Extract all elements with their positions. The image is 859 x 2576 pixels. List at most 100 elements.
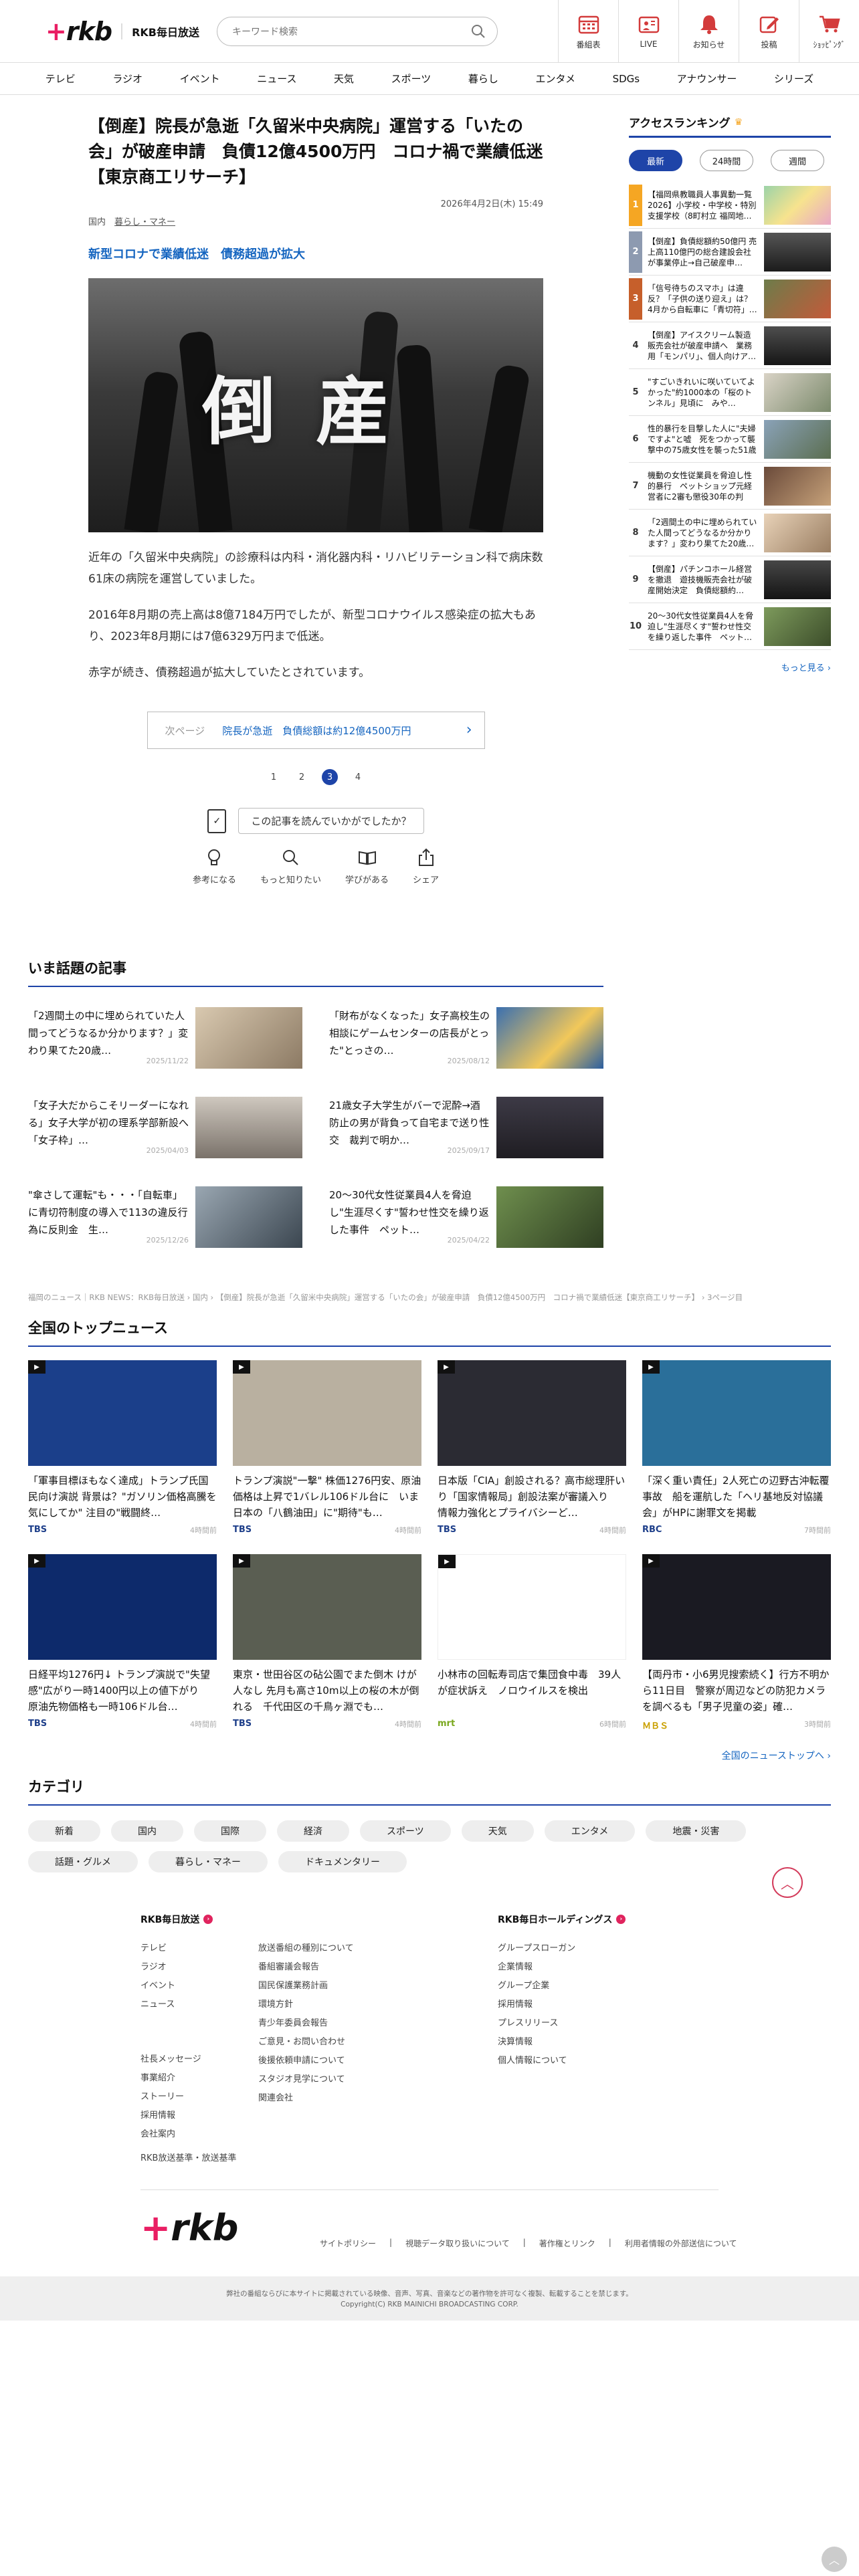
category-chip[interactable]: 国際 bbox=[194, 1820, 266, 1842]
nav-item[interactable]: スポーツ bbox=[391, 72, 432, 86]
ranking-item[interactable]: 1 【福岡県教職員人事異動一覧2026】小学校・中学校・特別支援学校（8町村立 福… bbox=[629, 182, 831, 229]
category-chip[interactable]: 天気 bbox=[461, 1820, 534, 1842]
trending-item[interactable]: 21歳女子大学生がバーで泥酔→酒防止の男が背負って自宅まで送り性交 裁判で明か…… bbox=[329, 1097, 603, 1158]
category-chip[interactable]: 経済 bbox=[277, 1820, 349, 1842]
category-chip[interactable]: エンタメ bbox=[544, 1820, 636, 1842]
footer-link[interactable]: スタジオ見学について bbox=[258, 2070, 354, 2089]
page-link[interactable]: 2 bbox=[294, 769, 310, 785]
footer-link[interactable]: RKB放送基準・放送基準 bbox=[140, 2149, 236, 2168]
reaction-learn[interactable]: 学びがある bbox=[345, 847, 389, 885]
footer-link[interactable]: テレビ bbox=[140, 1939, 175, 1958]
footer-heading-rkb[interactable]: RKB毎日放送 › bbox=[140, 1913, 213, 1926]
page-link[interactable]: 4 bbox=[350, 769, 366, 785]
ranking-item[interactable]: 6 性的暴行を目撃した人に"夫婦ですよ"と嘘 死をつかって襲撃中の75歳女性を襲っ… bbox=[629, 416, 831, 463]
top-news-card[interactable]: ▶ 「深く重い責任」2人死亡の辺野古沖転覆事故 船を運航した「ヘリ基地反対協議会」… bbox=[642, 1360, 831, 1535]
footer-link[interactable]: 採用情報 bbox=[140, 2107, 201, 2125]
ranking-more-link[interactable]: もっと見る › bbox=[629, 661, 831, 673]
category-link[interactable]: 国内 bbox=[88, 217, 106, 227]
header-live[interactable]: LIVE bbox=[618, 0, 678, 63]
ranking-item[interactable]: 2 【倒産】負債総額約50億円 売上高110億円の総合建設会社が事業停止→自己破産… bbox=[629, 229, 831, 276]
top-news-card[interactable]: ▶ 小林市の回転寿司店で集団食中毒 39人が症状訴え ノロウイルスを検出 mrt 6時… bbox=[438, 1554, 626, 1731]
top-news-card[interactable]: ▶ 東京・世田谷区の砧公園でまた倒木 けが人なし 先月も高さ10m以上の桜の木が倒… bbox=[233, 1554, 421, 1731]
footer-link[interactable]: ご意見・お問い合わせ bbox=[258, 2033, 354, 2052]
nav-item[interactable]: イベント bbox=[180, 72, 220, 86]
trending-item[interactable]: 「財布がなくなった」女子高校生の相談にゲームセンターの店長がとった"とっさの… 2… bbox=[329, 1007, 603, 1069]
footer-legal-link[interactable]: 著作権とリンク bbox=[539, 2238, 595, 2249]
footer-link[interactable]: ラジオ bbox=[140, 1958, 175, 1977]
footer-link[interactable]: 採用情報 bbox=[498, 1996, 575, 2014]
header-program-guide[interactable]: 番組表 bbox=[558, 0, 618, 63]
footer-rkb-logo[interactable]: +rkb bbox=[140, 2207, 238, 2249]
nav-item[interactable]: 暮らし bbox=[468, 72, 498, 86]
category-chip[interactable]: 話題・グルメ bbox=[28, 1851, 138, 1872]
ranking-item[interactable]: 3 「信号待ちのスマホ」は違反？「子供の送り迎え」は？ 4月から自転車に「青切符」… bbox=[629, 276, 831, 322]
breadcrumb[interactable]: 福岡のニュース｜RKB NEWS：RKB毎日放送 › 国内 › 【倒産】院長が急… bbox=[28, 1292, 743, 1303]
search-box[interactable] bbox=[216, 16, 498, 46]
category-chip[interactable]: 地震・災害 bbox=[646, 1820, 747, 1842]
footer-link[interactable]: イベント bbox=[140, 1977, 175, 1996]
category-chip[interactable]: 暮らし・マネー bbox=[149, 1851, 268, 1872]
category-link[interactable]: 暮らし・マネー bbox=[114, 217, 175, 227]
footer-link[interactable]: 会社案内 bbox=[140, 2125, 201, 2144]
top-news-card[interactable]: ▶ 「軍事目標ほもなく達成」トランプ氏国民向け演説 背景は？"ガソリン価格高騰を気… bbox=[28, 1360, 217, 1535]
header-notifications[interactable]: お知らせ bbox=[678, 0, 739, 63]
footer-link[interactable]: 事業紹介 bbox=[140, 2069, 201, 2088]
nav-item[interactable]: エンタメ bbox=[535, 72, 575, 86]
trending-item[interactable]: 「女子大だからこそリーダーになれる」女子大学が初の理系学部新設へ「女子枠」… 20… bbox=[28, 1097, 302, 1158]
ranking-item[interactable]: 10 20〜30代女性従業員4人を脅迫し"生涯尽くす"誓わせ性交を繰り返した事件 … bbox=[629, 603, 831, 650]
ranking-item[interactable]: 4 【倒産】アイスクリーム製造販売会社が破産申請へ 業務用「モンパリ」、個人向けア… bbox=[629, 322, 831, 369]
nav-item[interactable]: アナウンサー bbox=[677, 72, 737, 86]
footer-legal-link[interactable]: サイトポリシー bbox=[320, 2238, 376, 2249]
reaction-more[interactable]: もっと知りたい bbox=[260, 847, 321, 885]
ranking-item[interactable]: 7 機動の女性従業員を脅迫し性的暴行 ペットショップ元経営者に2審も懲役30年の判… bbox=[629, 463, 831, 510]
footer-link[interactable]: 環境方針 bbox=[258, 1996, 354, 2014]
nav-item[interactable]: シリーズ bbox=[774, 72, 814, 86]
search-icon[interactable] bbox=[470, 23, 486, 39]
ranking-tab-24h[interactable]: 24時間 bbox=[700, 150, 753, 171]
category-chip[interactable]: ドキュメンタリー bbox=[278, 1851, 407, 1872]
top-news-card[interactable]: ▶ 日経平均1276円↓ トランプ演説で"失望感"広がり一時1400円以上の値下が… bbox=[28, 1554, 217, 1731]
ranking-tab-latest[interactable]: 最新 bbox=[629, 150, 682, 171]
reaction-share[interactable]: シェア bbox=[413, 847, 439, 885]
footer-link[interactable]: 関連会社 bbox=[258, 2089, 354, 2108]
site-logo[interactable]: +rkb RKB毎日放送 bbox=[45, 17, 199, 46]
footer-link[interactable]: グループ企業 bbox=[498, 1977, 575, 1996]
footer-legal-link[interactable]: 利用者情報の外部送信について bbox=[625, 2238, 737, 2249]
next-page-button[interactable]: 次ページ 院長が急逝 負債総額は約12億4500万円 › bbox=[147, 712, 485, 749]
footer-link[interactable]: 放送番組の種別について bbox=[258, 1939, 354, 1958]
trending-item[interactable]: 「2週間土の中に埋められていた人間ってどうなるか分かります？」変わり果てた20歳… bbox=[28, 1007, 302, 1069]
nav-item[interactable]: ラジオ bbox=[112, 72, 142, 86]
footer-link[interactable]: 後援依頼申請について bbox=[258, 2052, 354, 2070]
footer-link[interactable]: 決算情報 bbox=[498, 2033, 575, 2052]
category-chip[interactable]: スポーツ bbox=[360, 1820, 451, 1842]
category-chip[interactable]: 国内 bbox=[111, 1820, 183, 1842]
footer-link[interactable]: 青少年委員会報告 bbox=[258, 2014, 354, 2033]
footer-link[interactable]: 個人情報について bbox=[498, 2052, 575, 2070]
page-link[interactable]: 1 bbox=[266, 769, 282, 785]
ranking-tab-weekly[interactable]: 週間 bbox=[771, 150, 824, 171]
top-news-card[interactable]: ▶ トランプ演説"一撃" 株価1276円安、原油価格は上昇で1バレル106ドル台に… bbox=[233, 1360, 421, 1535]
footer-link[interactable]: 番組審議会報告 bbox=[258, 1958, 354, 1977]
footer-link[interactable]: 国民保護業務計画 bbox=[258, 1977, 354, 1996]
header-post[interactable]: 投稿 bbox=[739, 0, 799, 63]
category-chip[interactable]: 新着 bbox=[28, 1820, 100, 1842]
footer-link[interactable]: グループスローガン bbox=[498, 1939, 575, 1958]
footer-link[interactable]: 企業情報 bbox=[498, 1958, 575, 1977]
top-news-card[interactable]: ▶ 日本版「CIA」創設される？高市総理肝いり「国家情報局」創設法案が審議入り 情… bbox=[438, 1360, 626, 1535]
footer-link[interactable]: ストーリー bbox=[140, 2088, 201, 2107]
reaction-useful[interactable]: 参考になる bbox=[193, 847, 236, 885]
search-input[interactable] bbox=[231, 25, 460, 37]
footer-link[interactable]: プレスリリース bbox=[498, 2014, 575, 2033]
footer-link[interactable]: ニュース bbox=[140, 1996, 175, 2014]
ranking-item[interactable]: 8 「2週間土の中に埋められていた人間ってどうなるか分かります？」変わり果てた20… bbox=[629, 510, 831, 556]
nav-item[interactable]: ニュース bbox=[257, 72, 296, 86]
top-news-card[interactable]: ▶ 【両丹市・小6男児搜索続く】行方不明から11日目 警察が周辺などの防犯カメラを… bbox=[642, 1554, 831, 1731]
nav-item[interactable]: 天気 bbox=[334, 72, 354, 86]
header-shopping[interactable]: ｼｮｯﾋﾟﾝｸﾞ bbox=[799, 0, 859, 63]
page-link-current[interactable]: 3 bbox=[322, 769, 338, 785]
footer-legal-link[interactable]: 視聴データ取り扱いについて bbox=[405, 2238, 510, 2249]
all-news-link[interactable]: 全国のニューストップへ › bbox=[28, 1749, 831, 1762]
footer-link[interactable]: 社長メッセージ bbox=[140, 2050, 201, 2069]
page-top-icon[interactable]: ︿ bbox=[822, 2547, 847, 2572]
trending-item[interactable]: "傘さして運転"も・・・「自転車」に青切符制度の導入で113の違反行為に反則金 … bbox=[28, 1186, 302, 1248]
